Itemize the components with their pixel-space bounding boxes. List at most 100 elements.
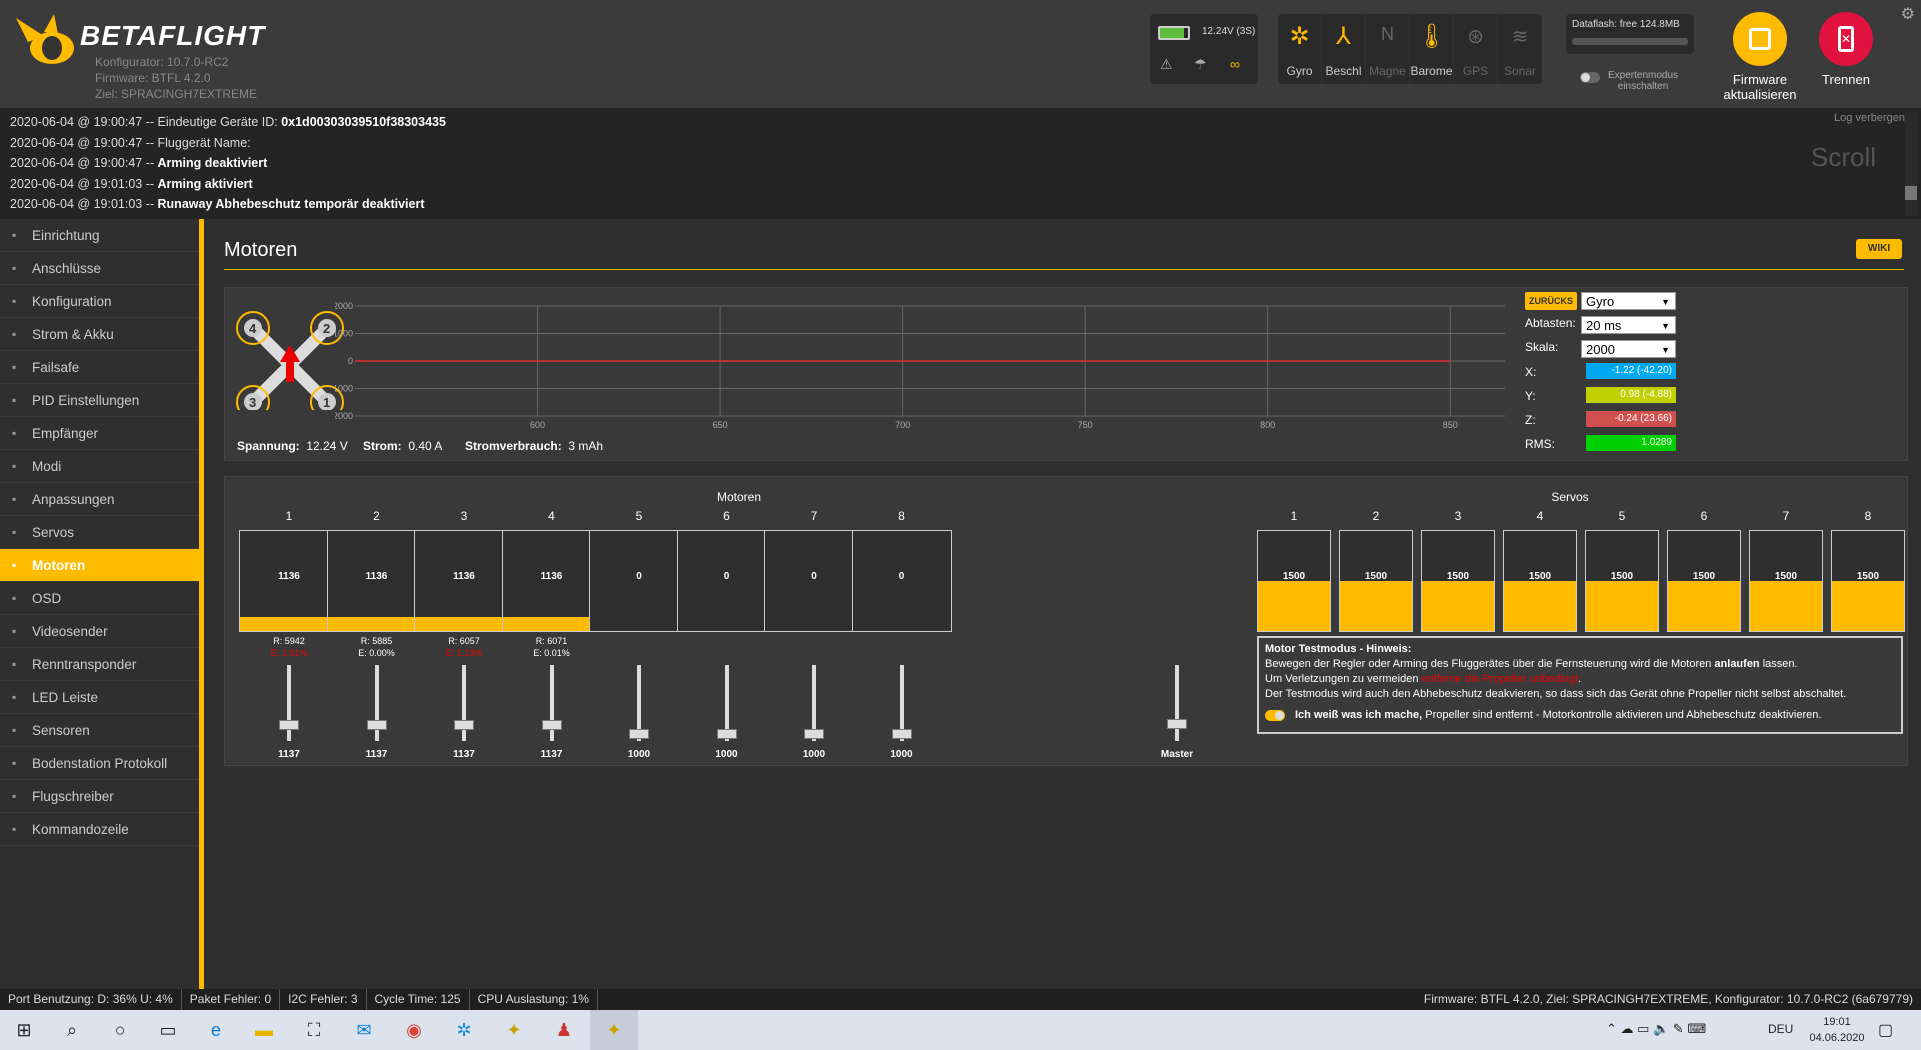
motor-slider[interactable] [852,665,952,745]
reset-button[interactable]: ZURÜCKS [1525,292,1577,310]
slider-knob[interactable] [541,720,562,731]
betaflight-active-taskbar-icon[interactable]: ✦ [590,1010,638,1050]
dataflash-bar [1572,38,1688,45]
rms-label: RMS: [1525,437,1555,451]
master-slider[interactable] [1127,665,1227,745]
motor-enable-toggle[interactable] [1265,709,1285,721]
sidebar-item-label: Modi [32,459,62,474]
graph-x-tick: 700 [895,420,910,430]
motor-error-rate: E: 0.00% [358,648,395,658]
blackbox-icon: ▪ [12,789,17,803]
motor-icon: ▪ [12,558,17,572]
sidebar-item-label: Einrichtung [32,228,100,243]
log-line: 2020-06-04 @ 19:00:47 -- Fluggerät Name: [10,135,251,150]
servo-output-value: 1500 [1364,571,1388,582]
settings-gear-icon[interactable]: ⚙ [1901,4,1915,24]
sliders-icon: ▪ [12,492,17,506]
sidebar-item-videosender[interactable]: ▪ Videosender [0,615,199,648]
sidebar-item-pid-einstellungen[interactable]: ▪ PID Einstellungen [0,384,199,417]
log-scrollbar[interactable] [1905,112,1917,216]
clock[interactable]: 19:01 04.06.2020 [1802,1014,1872,1046]
sidebar-item-einrichtung[interactable]: ▪ Einrichtung [0,219,199,252]
motor-slider[interactable] [502,665,602,745]
search-icon[interactable]: ⌕ [48,1010,96,1050]
link-icon: ∞ [1230,56,1240,72]
sidebar-item-label: Videosender [32,624,108,639]
svg-text:4: 4 [249,321,257,336]
sidebar-item-sensoren[interactable]: ▪ Sensoren [0,714,199,747]
sidebar-item-label: Konfiguration [32,294,112,309]
motor-slider[interactable] [327,665,427,745]
app-taskbar-icon[interactable]: ♟ [540,1010,588,1050]
motor-output-box: 1136 [326,530,427,632]
sensor-select[interactable]: Gyro [1581,292,1676,311]
rms-value: 1.0289 [1586,435,1676,451]
sidebar-item-renntransponder[interactable]: ▪ Renntransponder [0,648,199,681]
sidebar-item-flugschreiber[interactable]: ▪ Flugschreiber [0,780,199,813]
wiki-button[interactable]: WIKI [1856,239,1902,259]
motor-slider[interactable] [239,665,339,745]
tray-icons[interactable]: ⌃ ☁ ▭ 🔈 ✎ ⌨ [1606,1021,1706,1037]
graph-y-tick: 0 [348,356,353,366]
port-usage: Port Benutzung: D: 36% U: 4% [0,989,182,1010]
sidebar-item-motoren[interactable]: ▪ Motoren [0,549,199,582]
slider-knob[interactable] [891,729,912,739]
motor-slider[interactable] [414,665,514,745]
servo-output-value: 1500 [1610,571,1634,582]
expert-mode-toggle[interactable] [1580,72,1600,83]
notifications-icon[interactable]: ▢ [1878,1020,1893,1040]
scale-select[interactable]: 2000 [1581,340,1676,359]
sidebar-item-kommandozeile[interactable]: ▪ Kommandozeile [0,813,199,846]
warning-line-1: Bewegen der Regler oder Arming des Flugg… [1265,658,1798,670]
slider-knob[interactable] [804,729,824,739]
gps-icon: ⊛ [1467,26,1484,48]
sidebar-item-konfiguration[interactable]: ▪ Konfiguration [0,285,199,318]
sidebar-item-anschlüsse[interactable]: ▪ Anschlüsse [0,252,199,285]
motor-number: 2 [373,509,380,523]
sidebar-item-anpassungen[interactable]: ▪ Anpassungen [0,483,199,516]
store-icon[interactable]: ⛶ [290,1010,338,1050]
slider-knob[interactable] [629,729,649,739]
wrench-icon: ▪ [12,228,17,242]
sidebar-item-modi[interactable]: ▪ Modi [0,450,199,483]
rate-select[interactable]: 20 ms [1581,316,1676,335]
sidebar-item-failsafe[interactable]: ▪ Failsafe [0,351,199,384]
sidebar-item-empfänger[interactable]: ▪ Empfänger [0,417,199,450]
motor-slider[interactable] [677,665,777,745]
servo-output-box: 1500 [1749,530,1823,632]
disconnect-button[interactable]: ✕ Trennen [1806,12,1886,104]
firmware-version: Firmware: BTFL 4.2.0 [95,71,211,85]
chrome-icon[interactable]: ◉ [390,1010,438,1050]
motor-slider[interactable] [589,665,689,745]
slider-knob[interactable] [716,729,737,739]
explorer-icon[interactable]: ▬ [240,1010,288,1050]
slider-knob[interactable] [366,720,387,731]
language-indicator[interactable]: DEU [1768,1022,1793,1036]
app-icon[interactable]: ✲ [440,1010,488,1050]
log-panel: 2020-06-04 @ 19:00:47 -- Eindeutige Gerä… [0,109,1921,219]
sidebar-item-bodenstation-protokoll[interactable]: ▪ Bodenstation Protokoll [0,747,199,780]
slider-knob[interactable] [454,720,474,731]
motor-slider-value: 1000 [715,749,738,760]
sensor-gps: ⊛ GPS [1454,14,1498,84]
motor-slider-value: 1000 [890,749,913,760]
betaflight-taskbar-icon[interactable]: ✦ [490,1010,538,1050]
mail-icon[interactable]: ✉ [340,1010,388,1050]
edge-icon[interactable]: e [192,1010,240,1050]
motor-slider[interactable] [764,665,864,745]
task-view-icon[interactable]: ▭ [144,1010,192,1050]
cortana-icon[interactable]: ○ [96,1010,144,1050]
sidebar-item-led-leiste[interactable]: ▪ LED Leiste [0,681,199,714]
motor-test-warning: Motor Testmodus - Hinweis: Bewegen der R… [1257,636,1903,734]
sidebar-item-servos[interactable]: ▪ Servos [0,516,199,549]
sidebar-item-strom-akku[interactable]: ▪ Strom & Akku [0,318,199,351]
slider-knob[interactable] [279,720,299,731]
sidebar-item-osd[interactable]: ▪ OSD [0,582,199,615]
log-hide-link[interactable]: Log verbergen [1834,112,1905,124]
start-button-icon[interactable]: ⊞ [0,1010,48,1050]
svg-text:3: 3 [249,395,256,410]
servo-number: 6 [1700,509,1708,523]
transponder-icon: ▪ [12,657,17,671]
graph-x-tick: 600 [530,420,545,430]
firmware-flasher-button[interactable]: Firmware aktualisieren [1720,12,1800,104]
